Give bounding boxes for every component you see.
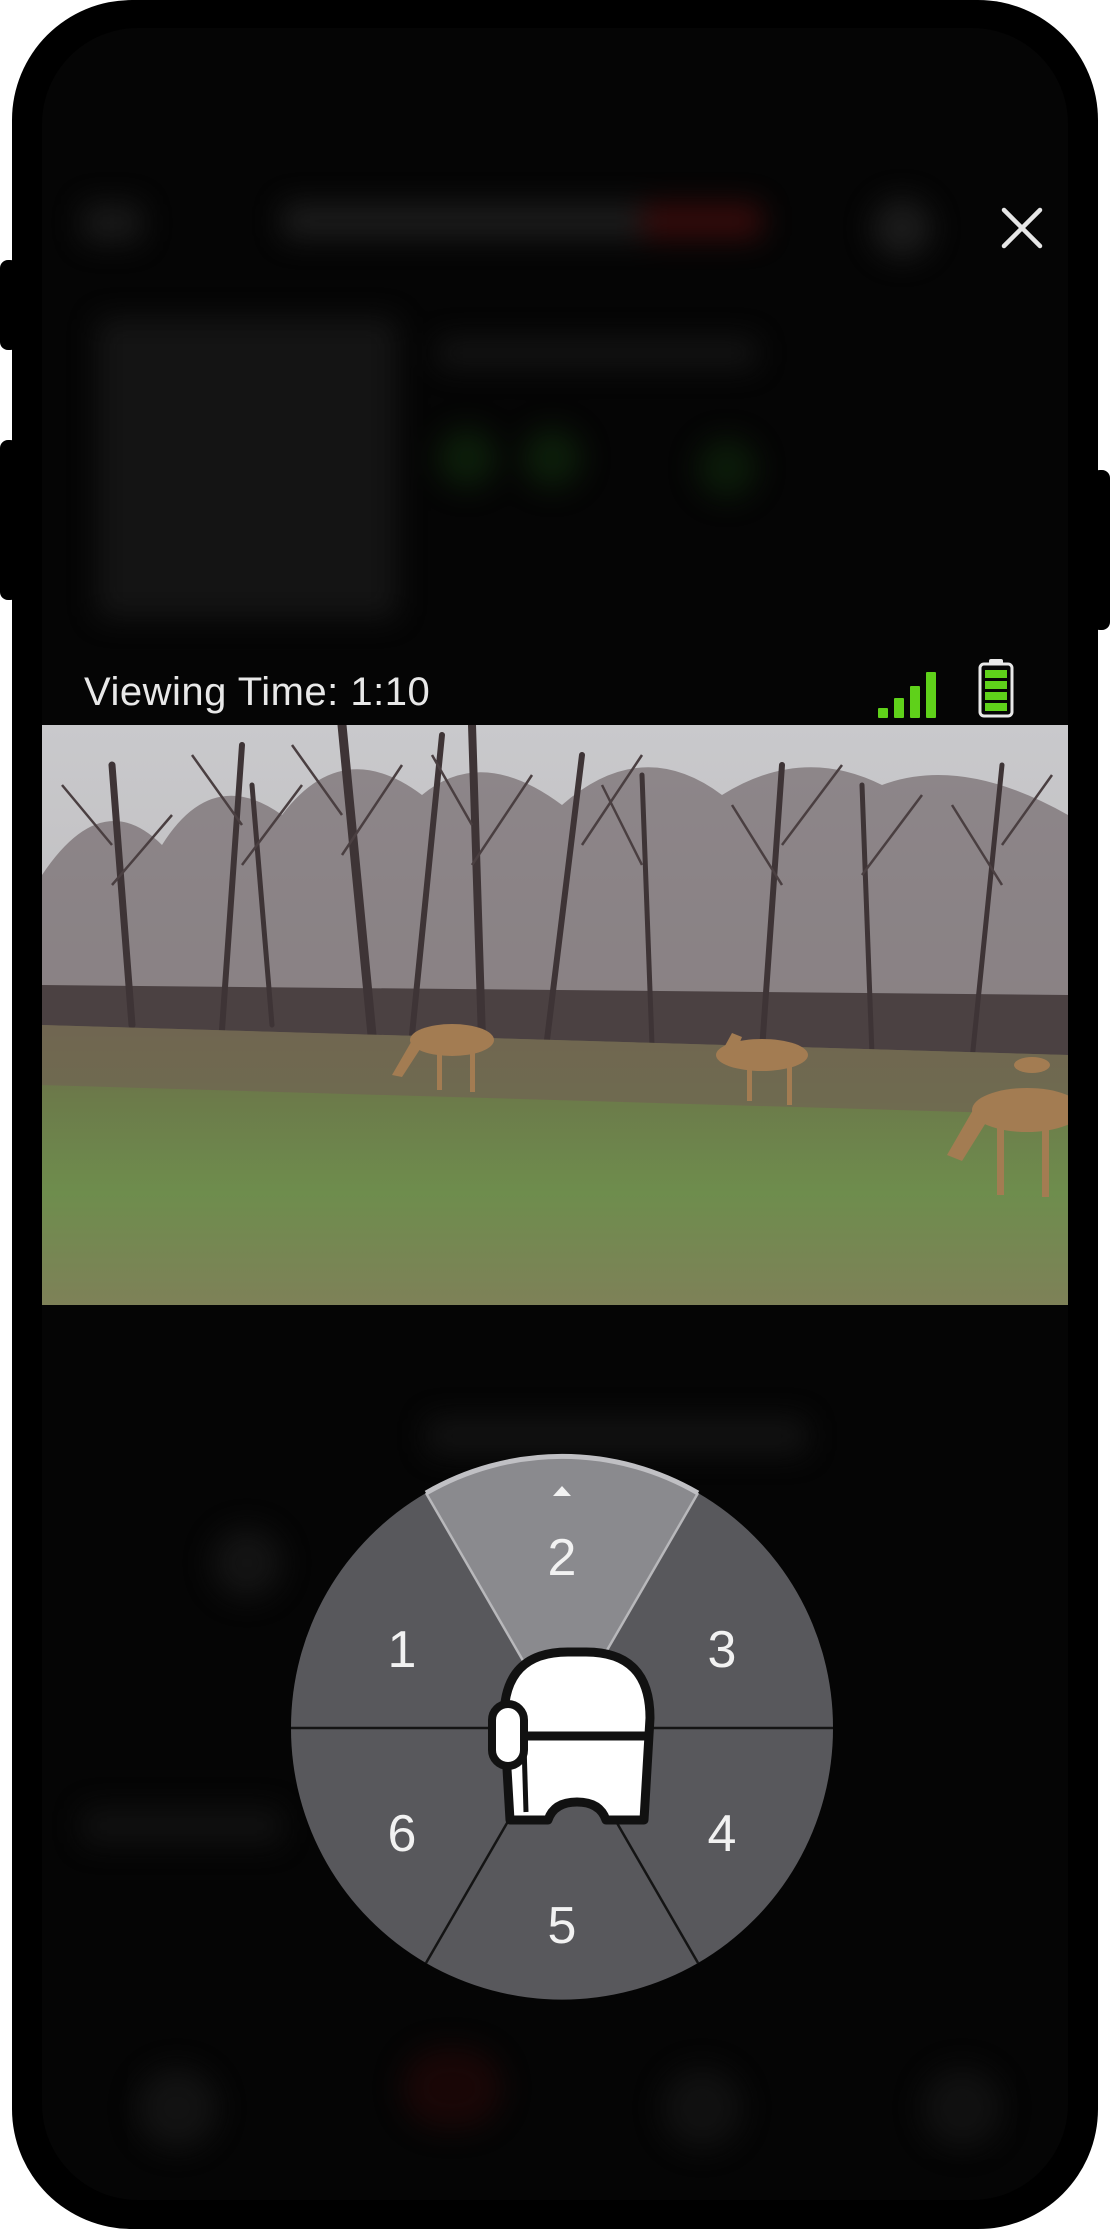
close-icon [1001,207,1043,249]
camera-head-icon [488,1647,655,1825]
wheel-label-4: 4 [708,1805,737,1863]
side-button-right [1092,470,1110,630]
wheel-label-3: 3 [708,1621,737,1679]
signal-strength-icon [878,672,936,718]
battery-icon [978,659,1014,718]
volume-button [0,260,18,350]
power-button [0,440,18,600]
wheel-label-5: 5 [548,1897,577,1955]
camera-pan-wheel: 1 2 3 4 5 6 [282,1438,842,2018]
screen: Viewing Time: 1:10 1 2 3 4 5 6 [42,28,1068,2200]
viewing-time-label: Viewing Time: 1:10 [84,670,431,714]
close-button[interactable] [982,188,1062,268]
wheel-label-2: 2 [548,1529,577,1587]
wheel-label-6: 6 [388,1805,417,1863]
video-frame [42,725,1068,1305]
wheel-label-1: 1 [388,1621,417,1679]
live-video-feed[interactable] [42,725,1068,1305]
